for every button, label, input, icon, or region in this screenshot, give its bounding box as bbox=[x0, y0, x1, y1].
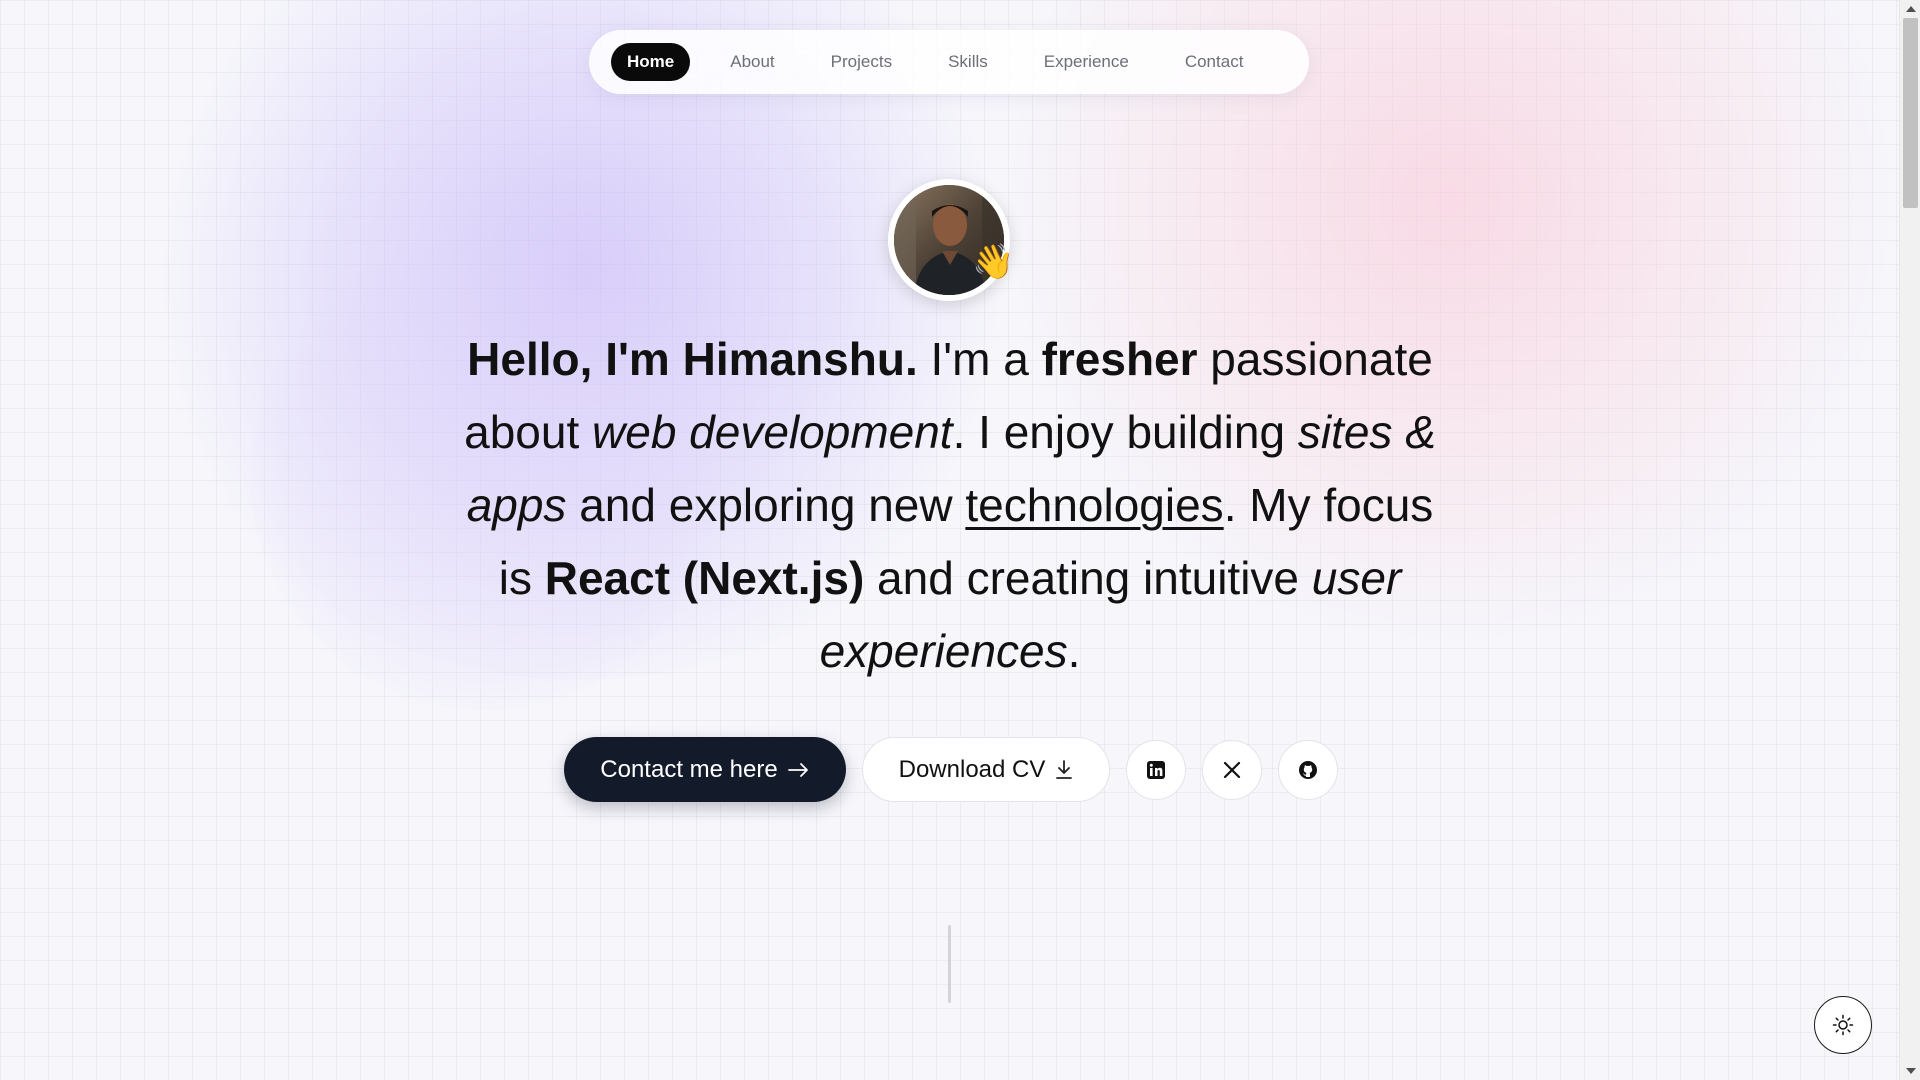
hero-greeting: Hello, I'm Himanshu. bbox=[467, 333, 918, 385]
hero-role: fresher bbox=[1041, 333, 1198, 385]
hero-focus: React (Next.js) bbox=[544, 552, 865, 604]
x-icon bbox=[1223, 761, 1241, 779]
nav-item-skills[interactable]: Skills bbox=[932, 43, 1004, 81]
profile-avatar-wrap: 👋 bbox=[888, 179, 1014, 301]
avatar bbox=[888, 179, 1010, 301]
scroll-up-arrow-icon[interactable] bbox=[1906, 6, 1916, 12]
hero-passion: web development bbox=[592, 406, 953, 458]
contact-me-button[interactable]: Contact me here bbox=[564, 737, 846, 802]
github-button[interactable] bbox=[1278, 739, 1338, 800]
scrollbar-thumb[interactable] bbox=[1903, 18, 1918, 208]
github-icon bbox=[1298, 760, 1318, 780]
download-cv-button[interactable]: Download CV bbox=[862, 737, 1110, 802]
waving-hand-icon: 👋 bbox=[972, 243, 1015, 281]
linkedin-icon bbox=[1147, 760, 1165, 779]
page-scrollbar[interactable] bbox=[1899, 0, 1920, 1080]
theme-toggle-button[interactable] bbox=[1814, 996, 1872, 1054]
sun-icon bbox=[1832, 1014, 1854, 1036]
hero-actions: Contact me here Download CV bbox=[564, 737, 1338, 802]
scroll-down-arrow-icon[interactable] bbox=[1906, 1068, 1916, 1074]
contact-me-label: Contact me here bbox=[600, 755, 778, 783]
hero-text-segment: . bbox=[1067, 625, 1081, 677]
hero-intro-text: Hello, I'm Himanshu. I'm a fresher passi… bbox=[460, 323, 1440, 688]
x-twitter-button[interactable] bbox=[1202, 739, 1262, 800]
hero-text-segment: I'm a bbox=[917, 333, 1042, 385]
nav-item-contact[interactable]: Contact bbox=[1169, 43, 1260, 81]
arrow-right-icon bbox=[787, 762, 810, 778]
download-icon bbox=[1055, 759, 1073, 780]
nav-item-home[interactable]: Home bbox=[611, 43, 691, 81]
linkedin-button[interactable] bbox=[1126, 739, 1186, 800]
download-cv-label: Download CV bbox=[898, 755, 1046, 783]
nav-item-experience[interactable]: Experience bbox=[1028, 43, 1145, 81]
hero-text-segment: . I enjoy building bbox=[952, 406, 1298, 458]
nav-item-projects[interactable]: Projects bbox=[815, 43, 908, 81]
top-navigation: Home About Projects Skills Experience Co… bbox=[589, 30, 1309, 94]
hero-text-segment: and creating intuitive bbox=[864, 552, 1312, 604]
hero-text-segment: and exploring new bbox=[566, 479, 966, 531]
scroll-indicator-line bbox=[948, 925, 951, 1003]
hero-technologies: technologies bbox=[965, 479, 1224, 531]
nav-item-about[interactable]: About bbox=[714, 43, 790, 81]
